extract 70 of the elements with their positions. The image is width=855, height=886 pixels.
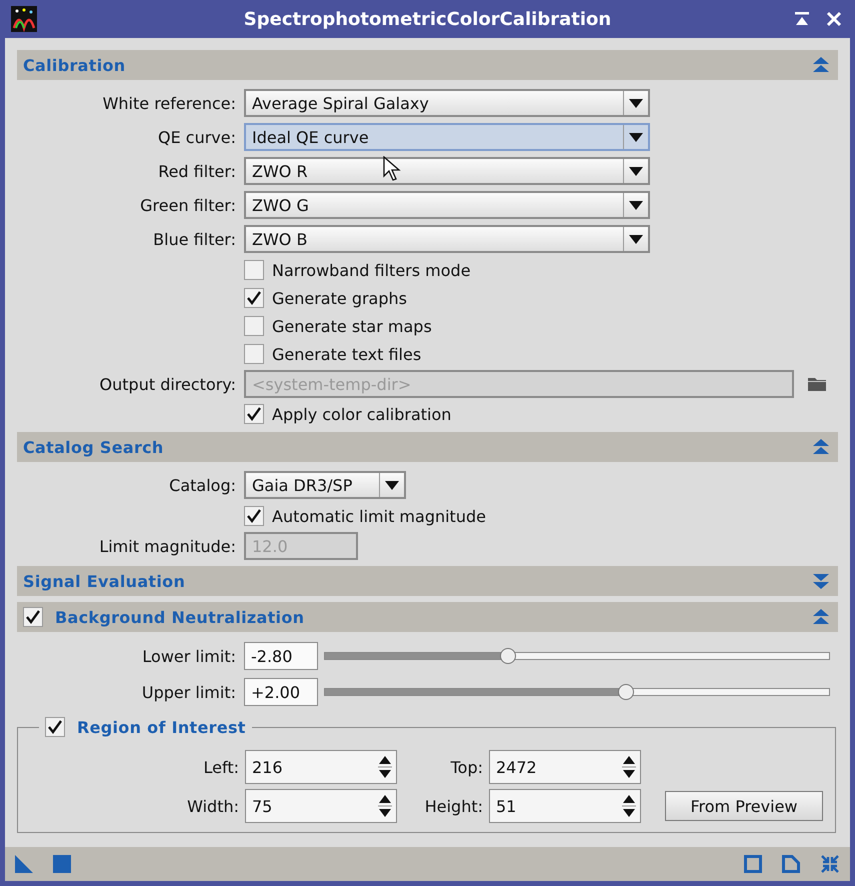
section-title: Signal Evaluation xyxy=(23,572,186,590)
document-icon[interactable] xyxy=(782,855,800,873)
field-label: Left: xyxy=(202,758,240,776)
field-label: Lower limit: xyxy=(142,646,236,666)
caret-icon xyxy=(629,200,643,210)
shade-icon[interactable] xyxy=(794,11,810,27)
checkbox[interactable] xyxy=(45,717,65,737)
caret-icon xyxy=(629,166,643,176)
caret-icon xyxy=(629,132,643,142)
checkbox-label[interactable]: Apply color calibration xyxy=(272,404,452,424)
group-title: Region of Interest xyxy=(77,718,246,736)
field-label: Green filter: xyxy=(140,196,236,214)
field-label: QE curve: xyxy=(158,128,236,146)
field-label: Blue filter: xyxy=(153,230,236,248)
checkbox[interactable] xyxy=(23,607,43,627)
dropdown[interactable]: Ideal QE curve xyxy=(244,123,650,151)
collapse-icon[interactable] xyxy=(812,609,830,625)
spin-arrows-icon[interactable] xyxy=(378,754,392,780)
checkbox[interactable] xyxy=(244,260,264,280)
dropdown[interactable]: Gaia DR3/SP xyxy=(244,471,406,499)
checkbox-label[interactable]: Generate graphs xyxy=(272,288,407,308)
field-label: Red filter: xyxy=(158,162,236,180)
checkbox[interactable] xyxy=(244,506,264,526)
checkbox[interactable] xyxy=(244,344,264,364)
section-title: Calibration xyxy=(23,56,126,74)
field-label: Height: xyxy=(424,796,484,816)
caret-icon xyxy=(385,480,399,490)
field-label: White reference: xyxy=(102,94,236,112)
dropdown[interactable]: ZWO G xyxy=(244,191,650,219)
collapse-icon[interactable] xyxy=(812,57,830,73)
checkbox-label[interactable]: Automatic limit magnitude xyxy=(272,506,486,526)
folder-icon[interactable] xyxy=(808,377,826,391)
checkbox[interactable] xyxy=(244,288,264,308)
field-label: Upper limit: xyxy=(142,682,236,702)
checkbox[interactable] xyxy=(244,404,264,424)
dropdown[interactable]: Average Spiral Galaxy xyxy=(244,89,650,117)
spin-arrows-icon[interactable] xyxy=(378,793,392,819)
field-label: Catalog: xyxy=(169,476,236,494)
spin-box[interactable]: 51 xyxy=(489,789,641,823)
caret-icon xyxy=(629,98,643,108)
checkbox-label[interactable]: Narrowband filters mode xyxy=(272,260,471,280)
checkbox[interactable] xyxy=(244,316,264,336)
from-preview-button[interactable]: From Preview xyxy=(665,791,823,821)
spin-box[interactable]: 2472 xyxy=(489,750,641,784)
dropdown[interactable]: ZWO B xyxy=(244,225,650,253)
window-title: SpectrophotometricColorCalibration xyxy=(244,8,612,30)
collapse-icon[interactable] xyxy=(812,439,830,455)
spin-box[interactable]: 216 xyxy=(245,750,397,784)
new-instance-icon[interactable] xyxy=(15,855,33,873)
square-icon[interactable] xyxy=(744,855,762,873)
field-label: Width: xyxy=(186,796,240,816)
value-field[interactable]: +2.00 xyxy=(244,678,318,706)
mouse-pointer-icon xyxy=(383,156,403,182)
expand-icon[interactable] xyxy=(812,573,830,589)
spin-box[interactable]: 75 xyxy=(245,789,397,823)
caret-icon xyxy=(629,234,643,244)
app-icon xyxy=(11,6,37,32)
close-icon[interactable] xyxy=(826,11,842,27)
spin-arrows-icon[interactable] xyxy=(622,754,636,780)
field-label: Limit magnitude: xyxy=(99,536,236,556)
checkbox-label[interactable]: Generate text files xyxy=(272,344,422,364)
dropdown[interactable]: ZWO R xyxy=(244,157,650,185)
section-title: Catalog Search xyxy=(23,438,164,456)
checkbox-label[interactable]: Generate star maps xyxy=(272,316,432,336)
spin-arrows-icon[interactable] xyxy=(622,793,636,819)
field-label: Top: xyxy=(450,758,484,776)
collapse-icon[interactable] xyxy=(820,854,840,874)
section-title: Background Neutralization xyxy=(55,608,304,626)
value-field[interactable]: -2.80 xyxy=(244,642,318,670)
field-label: Output directory: xyxy=(100,374,236,394)
